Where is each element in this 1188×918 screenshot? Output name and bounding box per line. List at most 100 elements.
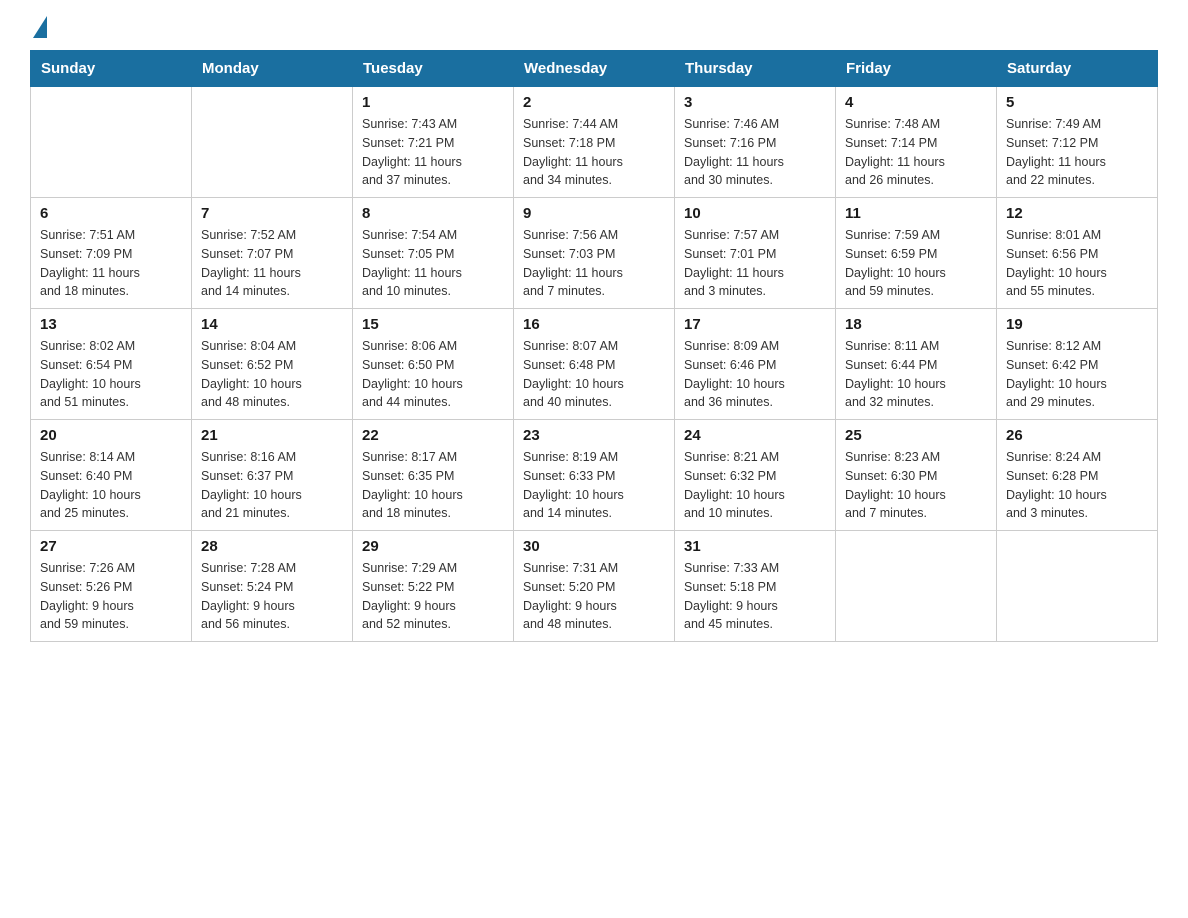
day-info: Sunrise: 7:33 AMSunset: 5:18 PMDaylight:… bbox=[684, 559, 826, 634]
day-info: Sunrise: 8:02 AMSunset: 6:54 PMDaylight:… bbox=[40, 337, 182, 412]
calendar-cell: 24 Sunrise: 8:21 AMSunset: 6:32 PMDayligh… bbox=[675, 420, 836, 531]
day-number: 30 bbox=[523, 538, 665, 555]
calendar-cell: 5 Sunrise: 7:49 AMSunset: 7:12 PMDaylight… bbox=[997, 87, 1158, 198]
calendar-cell: 15 Sunrise: 8:06 AMSunset: 6:50 PMDayligh… bbox=[353, 309, 514, 420]
day-info: Sunrise: 7:59 AMSunset: 6:59 PMDaylight:… bbox=[845, 226, 987, 301]
day-info: Sunrise: 8:12 AMSunset: 6:42 PMDaylight:… bbox=[1006, 337, 1148, 412]
calendar-cell bbox=[31, 87, 192, 198]
day-info: Sunrise: 7:54 AMSunset: 7:05 PMDaylight:… bbox=[362, 226, 504, 301]
day-info: Sunrise: 8:17 AMSunset: 6:35 PMDaylight:… bbox=[362, 448, 504, 523]
day-number: 25 bbox=[845, 427, 987, 444]
calendar-cell: 21 Sunrise: 8:16 AMSunset: 6:37 PMDayligh… bbox=[192, 420, 353, 531]
calendar-cell: 25 Sunrise: 8:23 AMSunset: 6:30 PMDayligh… bbox=[836, 420, 997, 531]
weekday-header-tuesday: Tuesday bbox=[353, 51, 514, 87]
calendar-cell: 3Sunrise: 7:46 AMSunset: 7:16 PMDaylight… bbox=[675, 87, 836, 198]
day-info: Sunrise: 7:31 AMSunset: 5:20 PMDaylight:… bbox=[523, 559, 665, 634]
header-row: SundayMondayTuesdayWednesdayThursdayFrid… bbox=[31, 51, 1158, 87]
day-number: 20 bbox=[40, 427, 182, 444]
day-info: Sunrise: 8:06 AMSunset: 6:50 PMDaylight:… bbox=[362, 337, 504, 412]
calendar-cell: 29 Sunrise: 7:29 AMSunset: 5:22 PMDayligh… bbox=[353, 531, 514, 642]
calendar-cell: 23 Sunrise: 8:19 AMSunset: 6:33 PMDayligh… bbox=[514, 420, 675, 531]
day-number: 22 bbox=[362, 427, 504, 444]
calendar-cell: 14Sunrise: 8:04 AMSunset: 6:52 PMDayligh… bbox=[192, 309, 353, 420]
day-number: 29 bbox=[362, 538, 504, 555]
day-info: Sunrise: 7:56 AMSunset: 7:03 PMDaylight:… bbox=[523, 226, 665, 301]
page-header bbox=[30, 20, 1158, 32]
calendar-cell: 16 Sunrise: 8:07 AMSunset: 6:48 PMDayligh… bbox=[514, 309, 675, 420]
day-number: 12 bbox=[1006, 205, 1148, 222]
day-number: 19 bbox=[1006, 316, 1148, 333]
weekday-header-friday: Friday bbox=[836, 51, 997, 87]
calendar-cell: 22 Sunrise: 8:17 AMSunset: 6:35 PMDayligh… bbox=[353, 420, 514, 531]
day-info: Sunrise: 7:43 AMSunset: 7:21 PMDaylight:… bbox=[362, 115, 504, 190]
calendar-cell: 31 Sunrise: 7:33 AMSunset: 5:18 PMDayligh… bbox=[675, 531, 836, 642]
day-info: Sunrise: 7:48 AMSunset: 7:14 PMDaylight:… bbox=[845, 115, 987, 190]
day-number: 24 bbox=[684, 427, 826, 444]
week-row-1: 1 Sunrise: 7:43 AMSunset: 7:21 PMDaylight… bbox=[31, 87, 1158, 198]
calendar-cell bbox=[997, 531, 1158, 642]
calendar-cell: 8Sunrise: 7:54 AMSunset: 7:05 PMDaylight… bbox=[353, 198, 514, 309]
calendar-cell: 18Sunrise: 8:11 AMSunset: 6:44 PMDayligh… bbox=[836, 309, 997, 420]
day-number: 6 bbox=[40, 205, 182, 222]
day-number: 23 bbox=[523, 427, 665, 444]
day-info: Sunrise: 8:23 AMSunset: 6:30 PMDaylight:… bbox=[845, 448, 987, 523]
day-number: 16 bbox=[523, 316, 665, 333]
weekday-header-saturday: Saturday bbox=[997, 51, 1158, 87]
day-number: 31 bbox=[684, 538, 826, 555]
calendar-table: SundayMondayTuesdayWednesdayThursdayFrid… bbox=[30, 50, 1158, 642]
day-number: 15 bbox=[362, 316, 504, 333]
calendar-cell: 1 Sunrise: 7:43 AMSunset: 7:21 PMDaylight… bbox=[353, 87, 514, 198]
calendar-cell: 17 Sunrise: 8:09 AMSunset: 6:46 PMDayligh… bbox=[675, 309, 836, 420]
week-row-3: 13 Sunrise: 8:02 AMSunset: 6:54 PMDayligh… bbox=[31, 309, 1158, 420]
calendar-cell: 10Sunrise: 7:57 AMSunset: 7:01 PMDayligh… bbox=[675, 198, 836, 309]
calendar-cell bbox=[192, 87, 353, 198]
calendar-cell: 7 Sunrise: 7:52 AMSunset: 7:07 PMDaylight… bbox=[192, 198, 353, 309]
day-number: 27 bbox=[40, 538, 182, 555]
day-info: Sunrise: 7:52 AMSunset: 7:07 PMDaylight:… bbox=[201, 226, 343, 301]
calendar-cell: 12Sunrise: 8:01 AMSunset: 6:56 PMDayligh… bbox=[997, 198, 1158, 309]
day-number: 7 bbox=[201, 205, 343, 222]
calendar-cell bbox=[836, 531, 997, 642]
day-number: 3 bbox=[684, 94, 826, 111]
day-info: Sunrise: 7:26 AMSunset: 5:26 PMDaylight:… bbox=[40, 559, 182, 634]
day-number: 5 bbox=[1006, 94, 1148, 111]
calendar-cell: 4 Sunrise: 7:48 AMSunset: 7:14 PMDaylight… bbox=[836, 87, 997, 198]
calendar-cell: 9 Sunrise: 7:56 AMSunset: 7:03 PMDaylight… bbox=[514, 198, 675, 309]
logo bbox=[30, 20, 47, 32]
day-number: 9 bbox=[523, 205, 665, 222]
day-info: Sunrise: 8:04 AMSunset: 6:52 PMDaylight:… bbox=[201, 337, 343, 412]
day-number: 26 bbox=[1006, 427, 1148, 444]
day-number: 4 bbox=[845, 94, 987, 111]
day-number: 21 bbox=[201, 427, 343, 444]
day-number: 28 bbox=[201, 538, 343, 555]
calendar-cell: 26Sunrise: 8:24 AMSunset: 6:28 PMDayligh… bbox=[997, 420, 1158, 531]
logo-triangle-icon bbox=[33, 16, 47, 38]
day-info: Sunrise: 8:14 AMSunset: 6:40 PMDaylight:… bbox=[40, 448, 182, 523]
calendar-cell: 13 Sunrise: 8:02 AMSunset: 6:54 PMDayligh… bbox=[31, 309, 192, 420]
calendar-cell: 28 Sunrise: 7:28 AMSunset: 5:24 PMDayligh… bbox=[192, 531, 353, 642]
calendar-cell: 19 Sunrise: 8:12 AMSunset: 6:42 PMDayligh… bbox=[997, 309, 1158, 420]
calendar-cell: 27 Sunrise: 7:26 AMSunset: 5:26 PMDayligh… bbox=[31, 531, 192, 642]
day-info: Sunrise: 8:09 AMSunset: 6:46 PMDaylight:… bbox=[684, 337, 826, 412]
day-number: 2 bbox=[523, 94, 665, 111]
day-number: 17 bbox=[684, 316, 826, 333]
day-info: Sunrise: 8:19 AMSunset: 6:33 PMDaylight:… bbox=[523, 448, 665, 523]
day-info: Sunrise: 7:28 AMSunset: 5:24 PMDaylight:… bbox=[201, 559, 343, 634]
day-info: Sunrise: 7:44 AMSunset: 7:18 PMDaylight:… bbox=[523, 115, 665, 190]
day-info: Sunrise: 7:29 AMSunset: 5:22 PMDaylight:… bbox=[362, 559, 504, 634]
calendar-cell: 30 Sunrise: 7:31 AMSunset: 5:20 PMDayligh… bbox=[514, 531, 675, 642]
weekday-header-wednesday: Wednesday bbox=[514, 51, 675, 87]
weekday-header-sunday: Sunday bbox=[31, 51, 192, 87]
day-info: Sunrise: 8:07 AMSunset: 6:48 PMDaylight:… bbox=[523, 337, 665, 412]
day-info: Sunrise: 7:51 AMSunset: 7:09 PMDaylight:… bbox=[40, 226, 182, 301]
day-info: Sunrise: 7:49 AMSunset: 7:12 PMDaylight:… bbox=[1006, 115, 1148, 190]
day-info: Sunrise: 8:11 AMSunset: 6:44 PMDaylight:… bbox=[845, 337, 987, 412]
week-row-2: 6 Sunrise: 7:51 AMSunset: 7:09 PMDaylight… bbox=[31, 198, 1158, 309]
calendar-cell: 6 Sunrise: 7:51 AMSunset: 7:09 PMDaylight… bbox=[31, 198, 192, 309]
day-info: Sunrise: 8:16 AMSunset: 6:37 PMDaylight:… bbox=[201, 448, 343, 523]
weekday-header-thursday: Thursday bbox=[675, 51, 836, 87]
day-info: Sunrise: 8:21 AMSunset: 6:32 PMDaylight:… bbox=[684, 448, 826, 523]
day-number: 1 bbox=[362, 94, 504, 111]
day-number: 13 bbox=[40, 316, 182, 333]
day-info: Sunrise: 7:57 AMSunset: 7:01 PMDaylight:… bbox=[684, 226, 826, 301]
